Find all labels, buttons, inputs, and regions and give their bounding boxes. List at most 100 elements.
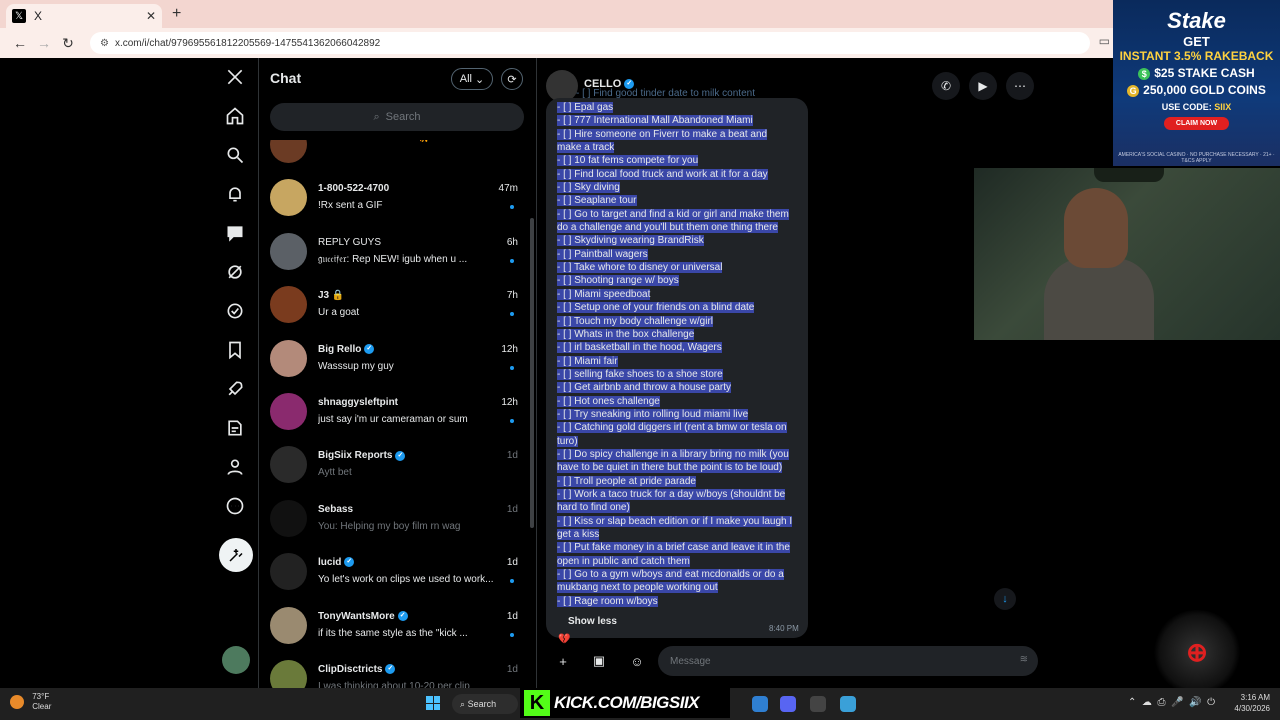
- avatar[interactable]: [270, 446, 307, 484]
- avatar[interactable]: [270, 286, 307, 324]
- site-info-icon[interactable]: ⚙: [100, 38, 109, 49]
- chat-row[interactable]: BigSiix Reports ✓ 1d Aytt bet: [258, 438, 528, 491]
- chat-row[interactable]: REPLY GUYS 6h 𝔤𝔲𝔠𝔠𝔦𝔣𝔢𝔯: Rep NEW! igub when…: [258, 225, 528, 278]
- chat-preview: !Rx sent a GIF: [318, 200, 383, 212]
- chat-row[interactable]: ClipDisctricts ✓ 1d I was thinking about 10…: [258, 652, 528, 688]
- avatar[interactable]: [270, 140, 307, 163]
- clock-time: 3:16 AM: [1240, 693, 1270, 702]
- show-less-button[interactable]: Show less: [568, 616, 617, 627]
- avatar[interactable]: [270, 179, 307, 217]
- video-call-button[interactable]: ▶: [969, 72, 997, 100]
- message-line-text: - [ ] Paintball wagers: [557, 248, 648, 260]
- taskbar-clock[interactable]: 3:16 AM 4/30/2026: [1226, 692, 1270, 714]
- back-icon[interactable]: ←: [8, 35, 32, 51]
- bookmarks-icon[interactable]: [224, 339, 246, 361]
- browser-tab[interactable]: 𝕏 X ✕: [6, 4, 162, 28]
- rocket-icon[interactable]: [224, 378, 246, 400]
- discord-icon[interactable]: [780, 696, 796, 712]
- more-icon[interactable]: [224, 495, 246, 517]
- chat-row[interactable]: Big Rello ✓ 12h Wasssup my guy: [258, 332, 528, 385]
- avatar[interactable]: [270, 392, 307, 430]
- ad-code-label: USE CODE:: [1161, 102, 1212, 112]
- message-line-text: - [ ] Try sneaking into rolling loud mia…: [557, 408, 749, 420]
- message-line: - [ ] Skydiving wearing BrandRisk: [557, 234, 807, 247]
- chat-row[interactable]: shnaggysleftpint 12h just say i'm ur camer…: [258, 385, 528, 438]
- ceiling-fan: [1094, 168, 1164, 182]
- avatar[interactable]: [270, 339, 307, 377]
- avatar[interactable]: [270, 553, 307, 591]
- new-chat-button[interactable]: ⟳: [501, 68, 523, 90]
- chat-row[interactable]: lucid ✓ 1d Yo let's work on clips we used t…: [258, 545, 528, 598]
- forward-icon[interactable]: →: [32, 35, 56, 51]
- system-tray[interactable]: ⌃ ☁ ⎙ 🎤 🔊 ⏻: [1128, 697, 1215, 708]
- url-field[interactable]: ⚙ x.com/i/chat/979695561812205569-147554…: [90, 32, 1090, 54]
- search-input[interactable]: ⌕ Search: [270, 103, 524, 131]
- chat-preview: just say i'm ur cameraman or sum: [318, 413, 468, 425]
- phone-call-button[interactable]: ✆: [932, 72, 960, 100]
- profile-icon[interactable]: [224, 456, 246, 478]
- obs-icon[interactable]: [810, 696, 826, 712]
- x-app: Chat All ⌄ ⟳ ⌕ Search wasteofxanax react…: [0, 58, 1120, 688]
- account-avatar[interactable]: [222, 646, 250, 674]
- notepad-icon[interactable]: [840, 696, 856, 712]
- chat-name-text: REPLY GUYS: [318, 236, 381, 248]
- chat-preview: wasteofxanax reacted 🐆 to "dm ...: [318, 140, 508, 143]
- close-tab-icon[interactable]: ✕: [146, 9, 156, 23]
- ad-code: USE CODE: SIIX: [1113, 102, 1280, 112]
- new-chat-icon: ⟳: [507, 73, 517, 86]
- ad-brand: Stake: [1167, 8, 1226, 33]
- unread-dot: [510, 418, 514, 423]
- grok-icon[interactable]: [224, 261, 246, 283]
- home-icon[interactable]: [224, 105, 246, 127]
- voice-icon[interactable]: ≋: [1020, 654, 1028, 665]
- scroll-down-button[interactable]: ↓: [994, 588, 1016, 610]
- taskbar-search[interactable]: ⌕ Search: [452, 694, 518, 714]
- avatar[interactable]: [270, 659, 307, 688]
- chat-row[interactable]: TonyWantsMore ✓ 1d if its the same style as…: [258, 599, 528, 652]
- explore-icon[interactable]: [224, 144, 246, 166]
- screen-cast-icon[interactable]: ▭: [1099, 34, 1110, 48]
- more-options-button[interactable]: ⋯: [1006, 72, 1034, 100]
- compose-button[interactable]: [219, 538, 253, 572]
- chat-name-text: TonyWantsMore: [318, 610, 395, 622]
- gif-icon[interactable]: ▣: [588, 650, 610, 672]
- start-icon[interactable]: [426, 696, 440, 710]
- chat-list-scrollbar[interactable]: [530, 218, 534, 528]
- chat-time: 12h: [501, 396, 518, 408]
- chat-name: 1-800-522-4700: [318, 183, 389, 194]
- chat-row[interactable]: J3 🔒 7h Ur a goat: [258, 278, 528, 331]
- filter-dropdown[interactable]: All ⌄: [451, 68, 493, 90]
- message-line-text: - [ ] Work a taco truck for a day w/boys…: [557, 488, 786, 500]
- chat-row[interactable]: wasteofxanax reacted 🐆 to "dm ...: [258, 140, 528, 171]
- x-logo-icon[interactable]: [224, 66, 246, 88]
- communities-icon[interactable]: [224, 300, 246, 322]
- plus-icon[interactable]: +: [552, 650, 574, 672]
- chat-time: 7h: [506, 290, 518, 302]
- chat-preview: I was thinking about 10-20 per clip: [318, 680, 470, 688]
- message-line: - [ ] Rage room w/boys: [557, 595, 807, 608]
- message-line: - [ ] Go to target and find a kid or gir…: [557, 208, 807, 221]
- verified-badge-icon: ✓: [364, 343, 375, 354]
- emoji-icon[interactable]: ☺: [626, 650, 648, 672]
- avatar[interactable]: [270, 499, 307, 537]
- avatar[interactable]: [270, 232, 307, 270]
- avatar[interactable]: [270, 606, 307, 644]
- weather-widget[interactable]: 73°F Clear: [10, 692, 51, 712]
- premium-icon[interactable]: [224, 417, 246, 439]
- kick-logo-icon: K: [524, 690, 550, 716]
- chat-row[interactable]: Sebass 1d You: Helping my boy film rn wag: [258, 492, 528, 545]
- message-input[interactable]: Message ≋: [658, 646, 1038, 676]
- claim-now-button[interactable]: CLAIM NOW: [1163, 117, 1230, 130]
- message-text: - [ ] Epal gas - [ ] 777 International Ma…: [557, 101, 807, 608]
- phone-icon: ✆: [940, 79, 952, 93]
- chat-name: REPLY GUYS: [318, 237, 381, 248]
- reload-icon[interactable]: ↻: [56, 35, 80, 52]
- message-line: - [ ] Hire someone on Fiverr to make a b…: [557, 128, 807, 141]
- chat-time: 6h: [506, 236, 518, 248]
- chat-row[interactable]: 1-800-522-4700 47m !Rx sent a GIF: [258, 171, 528, 224]
- notifications-icon[interactable]: [224, 183, 246, 205]
- chat-icon[interactable]: [224, 222, 246, 244]
- chat-name: J3 🔒: [318, 290, 344, 301]
- new-tab-button[interactable]: +: [172, 5, 181, 23]
- edge-icon[interactable]: [752, 696, 768, 712]
